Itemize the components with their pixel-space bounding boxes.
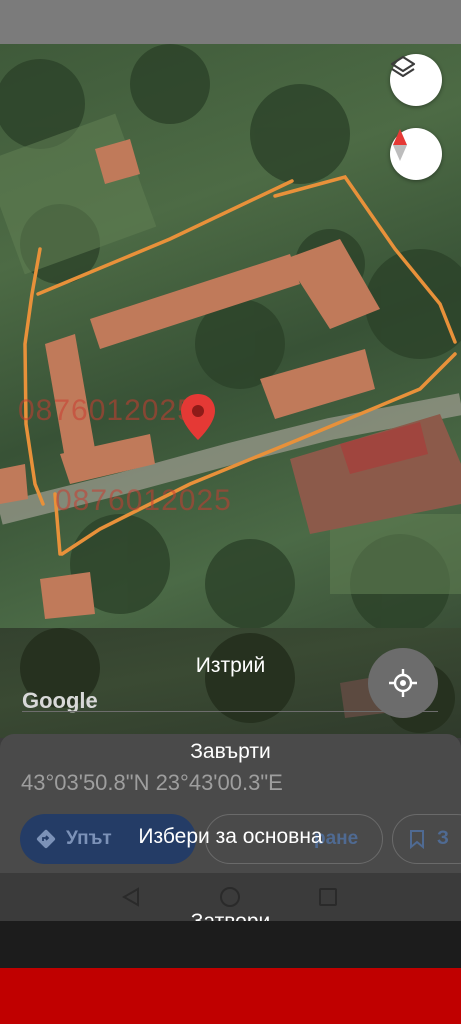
bottom-dark-band: [0, 921, 461, 968]
home-icon[interactable]: [219, 886, 241, 908]
menu-divider: [22, 711, 438, 712]
phone-watermark: 0876012025: [55, 484, 232, 517]
recents-icon[interactable]: [317, 886, 339, 908]
status-bar: [0, 0, 461, 44]
compass-button[interactable]: [390, 128, 442, 180]
layers-icon: [390, 55, 416, 78]
coordinates-text: 43°03'50.8"N 23°43'00.3"E: [21, 770, 283, 795]
satellite-map[interactable]: 0876012025 0876012025: [0, 44, 461, 628]
menu-item-set-main[interactable]: Избери за основна: [0, 825, 461, 849]
phone-watermark: 0876012025: [18, 394, 195, 427]
bottom-red-band: [0, 968, 461, 1024]
back-icon[interactable]: [120, 886, 142, 908]
menu-item-rotate[interactable]: Завърти: [0, 740, 461, 764]
layers-button[interactable]: [390, 54, 442, 106]
compass-icon: [393, 129, 407, 161]
menu-item-delete[interactable]: Изтрий: [0, 654, 461, 678]
